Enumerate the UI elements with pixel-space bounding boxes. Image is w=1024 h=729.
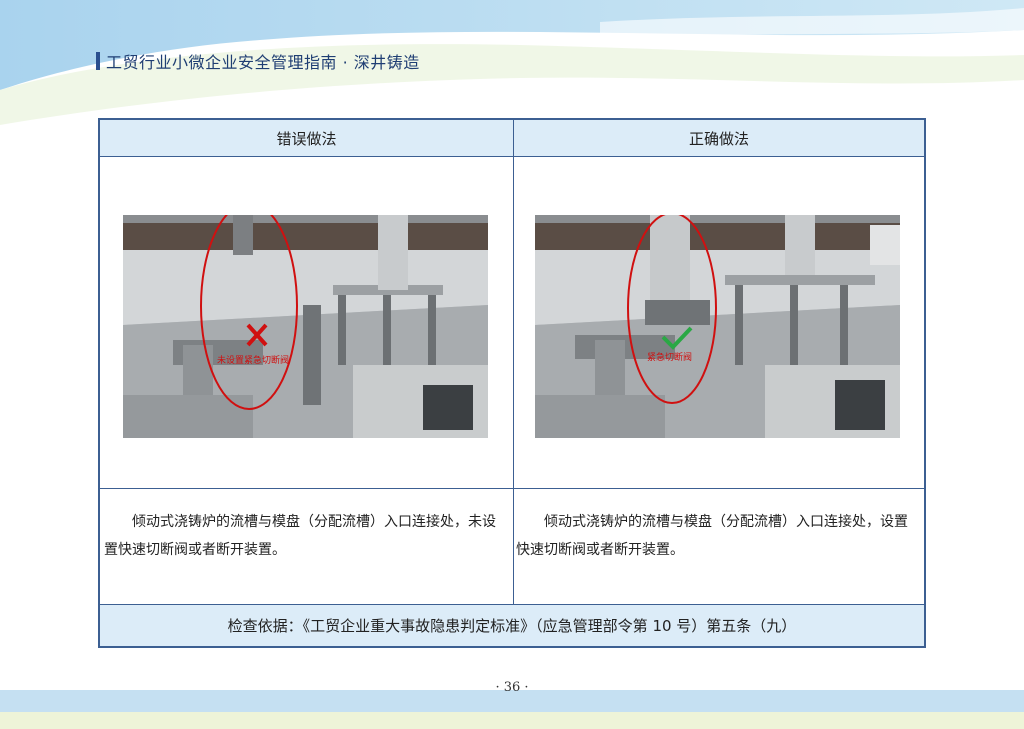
comparison-table: 错误做法 正确做法 未设置紧急切断阀 紧急切断阀 倾动式浇铸炉的流槽与模盘（分配… (98, 118, 926, 648)
row-divider (100, 488, 924, 489)
page-number: · 36 · (495, 680, 529, 695)
bottom-band-background (0, 690, 1024, 729)
right-practice-photo: 紧急切断阀 (535, 215, 900, 438)
header-title: 工贸行业小微企业安全管理指南 · 深井铸造 (96, 50, 420, 72)
wrong-practice-photo: 未设置紧急切断阀 (123, 215, 488, 438)
wrong-mark-label: 未设置紧急切断阀 (217, 354, 289, 366)
header-bar-icon (96, 52, 100, 70)
wrong-practice-description: 倾动式浇铸炉的流槽与模盘（分配流槽）入口连接处，未设置快速切断阀或者断开装置。 (104, 514, 496, 558)
header-title-text: 工贸行业小微企业安全管理指南 · 深井铸造 (106, 53, 420, 72)
right-practice-description: 倾动式浇铸炉的流槽与模盘（分配流槽）入口连接处，设置快速切断阀或者断开装置。 (516, 514, 908, 558)
right-mark-label: 紧急切断阀 (647, 351, 692, 363)
inspection-basis: 检查依据：《工贸企业重大事故隐患判定标准》（应急管理部令第 10 号）第五条（九… (100, 605, 924, 646)
right-practice-heading: 正确做法 (514, 120, 924, 157)
column-divider (513, 120, 514, 604)
wrong-practice-heading: 错误做法 (100, 120, 513, 157)
